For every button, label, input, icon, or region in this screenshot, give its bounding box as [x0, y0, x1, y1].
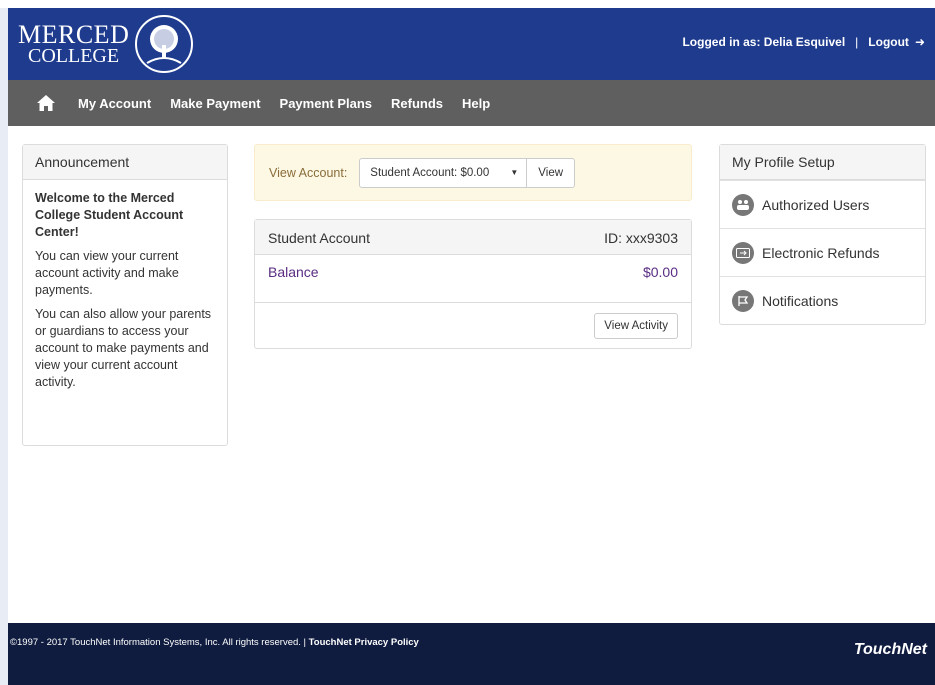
- student-account-title: Student Account: [268, 230, 370, 246]
- balance-value: $0.00: [642, 264, 678, 280]
- announcement-welcome: Welcome to the Merced College Student Ac…: [35, 191, 184, 239]
- profile-setup-title: My Profile Setup: [720, 145, 925, 180]
- logged-in-label: Logged in as: Delia Esquivel: [682, 35, 846, 49]
- profile-item-label: Electronic Refunds: [762, 244, 880, 261]
- header: MERCED COLLEGE Logged in as: Delia Esqui…: [8, 8, 935, 80]
- nav-refunds[interactable]: Refunds: [391, 96, 443, 111]
- logout-link[interactable]: Logout ➜: [868, 35, 925, 49]
- view-button[interactable]: View: [527, 157, 576, 188]
- balance-row: Balance $0.00: [255, 255, 691, 303]
- tree-seal-icon: [135, 15, 194, 73]
- profile-item-notifications[interactable]: Notifications: [720, 276, 925, 324]
- profile-item-electronic-refunds[interactable]: Electronic Refunds: [720, 228, 925, 276]
- view-account-bar: View Account: Student Account: $0.00 ▼ V…: [254, 144, 692, 201]
- window-frame: [0, 8, 8, 685]
- account-select[interactable]: Student Account: $0.00 ▼: [359, 157, 528, 188]
- profile-item-label: Authorized Users: [762, 196, 870, 213]
- merced-college-logo[interactable]: MERCED COLLEGE: [18, 14, 194, 74]
- balance-label: Balance: [268, 264, 319, 280]
- nav-my-account[interactable]: My Account: [78, 96, 151, 111]
- touchnet-logo: TouchNet: [853, 641, 927, 658]
- separator: |: [855, 35, 859, 49]
- copyright-text: ©1997 - 2017 TouchNet Information System…: [10, 637, 307, 648]
- caret-down-icon: ▼: [510, 167, 519, 177]
- logout-icon: ➜: [914, 35, 925, 49]
- notification-icon: [732, 289, 754, 312]
- refund-icon: [732, 241, 754, 264]
- announcement-panel: Announcement Welcome to the Merced Colle…: [22, 144, 228, 446]
- nav-help[interactable]: Help: [462, 96, 490, 111]
- view-activity-button[interactable]: View Activity: [594, 313, 678, 339]
- profile-item-label: Notifications: [762, 292, 839, 309]
- logo-text-college: COLLEGE: [28, 45, 120, 67]
- main-navbar: My Account Make Payment Payment Plans Re…: [8, 80, 935, 126]
- announcement-paragraph: You can view your current account activi…: [35, 249, 179, 297]
- announcement-paragraph: You can also allow your parents or guard…: [35, 307, 212, 389]
- logout-label: Logout: [868, 35, 909, 49]
- student-account-id: ID: xxx9303: [604, 230, 678, 246]
- view-account-label: View Account:: [269, 165, 348, 180]
- user-area: Logged in as: Delia Esquivel | Logout ➜: [682, 35, 925, 49]
- privacy-policy-link[interactable]: TouchNet Privacy Policy: [309, 637, 419, 648]
- student-account-panel: Student Account ID: xxx9303 Balance $0.0…: [254, 219, 692, 349]
- nav-make-payment[interactable]: Make Payment: [170, 96, 260, 111]
- profile-item-authorized-users[interactable]: Authorized Users: [720, 180, 925, 228]
- announcement-title: Announcement: [23, 145, 227, 180]
- page-footer: ©1997 - 2017 TouchNet Information System…: [8, 623, 935, 685]
- users-icon: [732, 193, 754, 216]
- home-icon[interactable]: [36, 93, 56, 113]
- nav-payment-plans[interactable]: Payment Plans: [280, 96, 373, 111]
- account-select-value: Student Account: $0.00: [370, 166, 490, 179]
- profile-setup-panel: My Profile Setup Authorized Users Electr…: [719, 144, 926, 325]
